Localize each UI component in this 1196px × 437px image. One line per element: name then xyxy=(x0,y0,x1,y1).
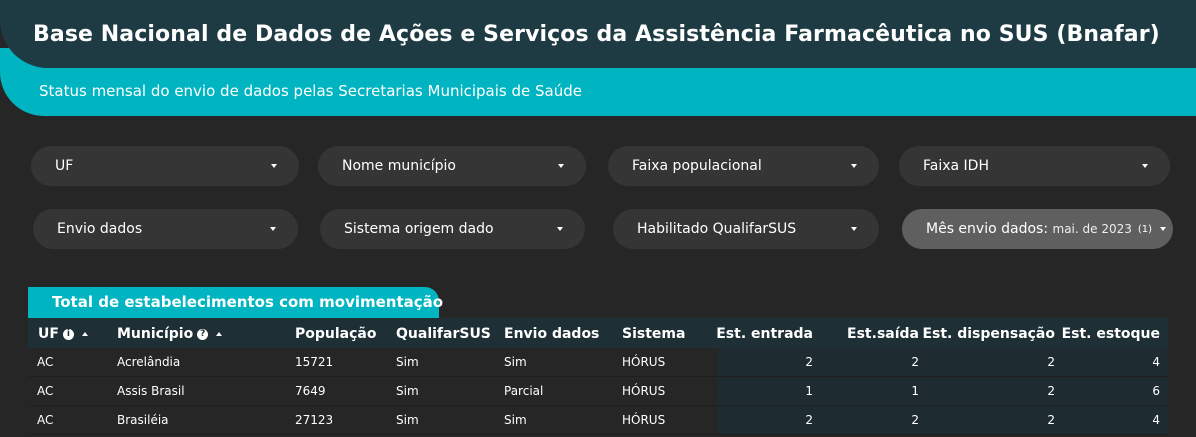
caret-down-icon xyxy=(1160,227,1167,231)
column-header-est-dispensacao[interactable]: Est. dispensação xyxy=(922,326,1055,342)
help-icon[interactable]: ? xyxy=(197,328,209,340)
cell-est-estoque: 4 xyxy=(1152,355,1160,369)
filter-nome-municipio[interactable]: Nome município xyxy=(318,146,586,186)
cell-est-entrada: 2 xyxy=(805,355,813,369)
table-row[interactable]: AC Acrelândia 15721 Sim Sim HÓRUS 2 2 2 … xyxy=(28,348,1168,377)
column-header-qualifarsus[interactable]: QualifarSUS xyxy=(396,326,491,342)
column-header-est-estoque[interactable]: Est. estoque xyxy=(1062,326,1160,342)
table-title-tab: Total de estabelecimentos com movimentaç… xyxy=(28,287,443,318)
filter-trailing: (1) xyxy=(1132,223,1167,235)
filter-sistema-origem[interactable]: Sistema origem dado xyxy=(320,209,585,249)
cell-populacao: 15721 xyxy=(295,355,334,369)
filter-selected-value: mai. de 2023 xyxy=(1052,222,1132,236)
cell-est-estoque: 4 xyxy=(1152,413,1160,427)
cell-populacao: 27123 xyxy=(295,413,334,427)
sort-asc-icon[interactable] xyxy=(81,332,88,336)
filter-faixa-idh[interactable]: Faixa IDH xyxy=(899,146,1170,186)
cell-qualifarsus: Sim xyxy=(396,413,419,427)
caret-down-icon xyxy=(271,164,277,168)
table-title: Total de estabelecimentos com movimentaç… xyxy=(52,293,444,311)
caret-down-icon xyxy=(270,227,276,231)
cell-est-estoque: 6 xyxy=(1152,384,1160,398)
table-header: UF i Município? População QualifarSUS Env… xyxy=(28,318,1168,348)
filter-count-badge: (1) xyxy=(1137,223,1153,235)
table-row[interactable]: AC Assis Brasil 7649 Sim Parcial HÓRUS 1… xyxy=(28,377,1168,406)
column-header-est-entrada[interactable]: Est. entrada xyxy=(716,326,813,342)
cell-uf: AC xyxy=(37,355,54,369)
cell-est-dispensacao: 2 xyxy=(1047,384,1055,398)
filter-label: Faixa populacional xyxy=(632,158,762,174)
table-row[interactable]: AC Brasiléia 27123 Sim Sim HÓRUS 2 2 2 4 xyxy=(28,406,1168,435)
column-label: UF xyxy=(38,326,59,342)
cell-uf: AC xyxy=(37,413,54,427)
filter-uf[interactable]: UF xyxy=(31,146,299,186)
cell-qualifarsus: Sim xyxy=(396,355,419,369)
cell-est-saida: 1 xyxy=(911,384,919,398)
caret-down-icon xyxy=(851,227,857,231)
column-header-sistema[interactable]: Sistema xyxy=(622,326,685,342)
filter-habilitado-qualifarsus[interactable]: Habilitado QualifarSUS xyxy=(613,209,879,249)
column-header-municipio[interactable]: Município? xyxy=(117,326,223,342)
cell-envio-dados: Parcial xyxy=(504,384,544,398)
cell-envio-dados: Sim xyxy=(504,413,527,427)
column-header-envio-dados[interactable]: Envio dados xyxy=(504,326,599,342)
cell-envio-dados: Sim xyxy=(504,355,527,369)
cell-sistema: HÓRUS xyxy=(622,413,666,427)
filter-label: Nome município xyxy=(342,158,456,174)
caret-down-icon xyxy=(557,227,563,231)
cell-sistema: HÓRUS xyxy=(622,355,666,369)
column-label: Município xyxy=(117,326,194,342)
filter-value-group: Mês envio dados: mai. de 2023 xyxy=(926,221,1132,237)
filter-envio-dados[interactable]: Envio dados xyxy=(33,209,298,249)
cell-est-dispensacao: 2 xyxy=(1047,413,1055,427)
column-header-est-saida[interactable]: Est.saída xyxy=(847,326,919,342)
cell-municipio: Assis Brasil xyxy=(117,384,185,398)
numeric-cells-background xyxy=(718,348,1168,376)
filter-label: Faixa IDH xyxy=(923,158,989,174)
page-title: Base Nacional de Dados de Ações e Serviç… xyxy=(33,22,1160,47)
cell-est-entrada: 1 xyxy=(805,384,813,398)
filter-label: Mês envio dados: xyxy=(926,221,1049,237)
cell-est-dispensacao: 2 xyxy=(1047,355,1055,369)
cell-est-entrada: 2 xyxy=(805,413,813,427)
cell-est-saida: 2 xyxy=(911,355,919,369)
filter-label: Habilitado QualifarSUS xyxy=(637,221,797,237)
numeric-cells-background xyxy=(718,406,1168,434)
page-header: Base Nacional de Dados de Ações e Serviç… xyxy=(0,0,1196,116)
filter-faixa-populacional[interactable]: Faixa populacional xyxy=(608,146,879,186)
column-header-uf[interactable]: UF i xyxy=(38,326,88,342)
cell-municipio: Brasiléia xyxy=(117,413,169,427)
filter-mes-envio[interactable]: Mês envio dados: mai. de 2023 (1) xyxy=(902,209,1173,249)
sort-asc-icon[interactable] xyxy=(216,332,223,336)
data-table: UF i Município? População QualifarSUS Env… xyxy=(28,318,1168,437)
cell-populacao: 7649 xyxy=(295,384,326,398)
page-subtitle: Status mensal do envio de dados pelas Se… xyxy=(39,82,582,100)
caret-down-icon xyxy=(558,164,564,168)
cell-sistema: HÓRUS xyxy=(622,384,666,398)
caret-down-icon xyxy=(851,164,857,168)
filter-label: Sistema origem dado xyxy=(344,221,494,237)
filter-label: Envio dados xyxy=(57,221,143,237)
caret-down-icon xyxy=(1142,164,1148,168)
cell-uf: AC xyxy=(37,384,54,398)
cell-est-saida: 2 xyxy=(911,413,919,427)
column-header-populacao[interactable]: População xyxy=(295,326,376,342)
info-icon[interactable]: i xyxy=(62,328,74,340)
numeric-cells-background xyxy=(718,377,1168,405)
cell-municipio: Acrelândia xyxy=(117,355,181,369)
filter-label: UF xyxy=(55,158,74,174)
cell-qualifarsus: Sim xyxy=(396,384,419,398)
